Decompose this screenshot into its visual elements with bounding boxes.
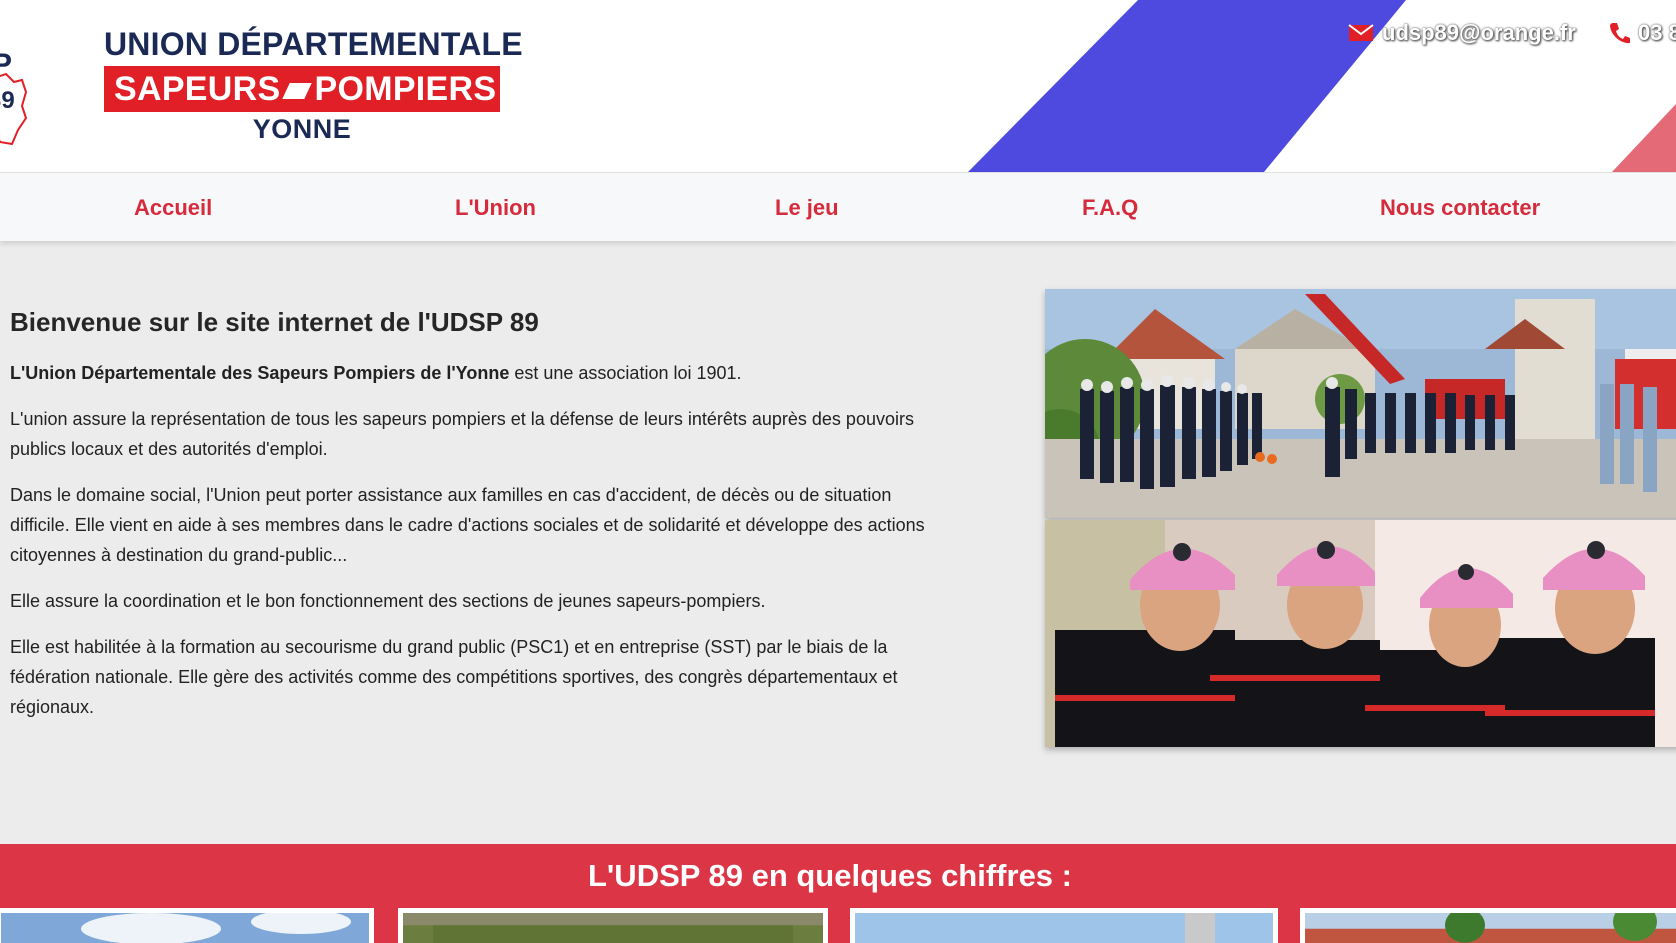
training-paragraph: Elle est habilitée à la formation au sec…	[10, 637, 898, 717]
figure-card-image	[1305, 902, 1676, 943]
header-phone-text: 03 8	[1638, 20, 1676, 45]
youth-paragraph: Elle assure la coordination et le bon fo…	[10, 591, 766, 611]
intro-paragraph: L'Union Départementale des Sapeurs Pompi…	[10, 358, 935, 388]
representation-paragraph: L'union assure la représentation de tous…	[10, 409, 914, 459]
nav-item-union[interactable]: L'Union	[455, 173, 536, 242]
welcome-section: Bienvenue sur le site internet de l'UDSP…	[10, 300, 935, 738]
logo-slash-shape	[282, 83, 313, 100]
page-title: Bienvenue sur le site internet de l'UDSP…	[10, 307, 539, 337]
logo-map-number: 39	[0, 87, 15, 114]
logo-line-sapeurs-pompiers: SAPEURS POMPIERS	[104, 66, 500, 112]
figure-card-image	[855, 913, 1273, 943]
envelope-icon	[1348, 24, 1374, 41]
site-header: P 39 UNION DÉPARTEMENTALE SAPEURS POMPIER…	[0, 0, 1676, 172]
figures-title: L'UDSP 89 en quelques chiffres :	[588, 858, 1072, 893]
figure-card[interactable]	[1300, 902, 1676, 943]
logo-word-sapeurs: SAPEURS	[114, 70, 281, 108]
social-paragraph: Dans le domaine social, l'Union peut por…	[10, 485, 925, 565]
nav-item-le-jeu[interactable]: Le jeu	[775, 173, 839, 242]
figure-card-image	[1, 909, 369, 943]
logo-word-pompiers: POMPIERS	[314, 70, 497, 108]
figure-card-image	[403, 913, 823, 943]
figure-card[interactable]	[398, 908, 828, 943]
intro-rest: est une association loi 1901.	[509, 363, 742, 383]
nav-item-accueil[interactable]: Accueil	[134, 173, 212, 242]
phone-icon	[1610, 23, 1630, 44]
pink-helmets-photo	[1045, 520, 1676, 747]
site-logo[interactable]: UNION DÉPARTEMENTALE SAPEURS POMPIERS YON…	[104, 26, 523, 146]
header-phone-link[interactable]: 03 8	[1608, 20, 1676, 46]
figure-card[interactable]	[0, 908, 374, 943]
main-navigation: Accueil L'Union Le jeu F.A.Q Nous contac…	[0, 172, 1676, 241]
nav-item-nous-contacter[interactable]: Nous contacter	[1380, 173, 1540, 242]
logo-line-union: UNION DÉPARTEMENTALE	[104, 26, 523, 62]
nav-item-faq[interactable]: F.A.Q	[1082, 173, 1138, 242]
header-email-link[interactable]: udsp89@orange.fr	[1348, 20, 1576, 46]
logo-line-yonne: YONNE	[252, 114, 352, 144]
header-email-text: udsp89@orange.fr	[1382, 20, 1576, 45]
logo-map-icon[interactable]: P 39	[0, 48, 36, 148]
ceremony-photo	[1045, 289, 1676, 518]
figure-card[interactable]	[850, 908, 1278, 943]
logo-map-abbrev: P	[0, 48, 12, 81]
intro-bold-name: L'Union Départementale des Sapeurs Pompi…	[10, 363, 510, 383]
